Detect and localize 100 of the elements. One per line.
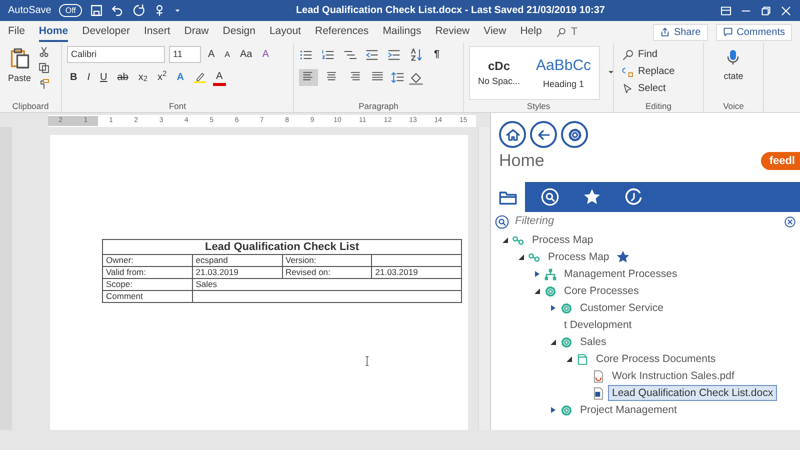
- font-shrink-button[interactable]: A: [222, 46, 234, 63]
- settings-button[interactable]: [561, 121, 588, 148]
- gear-icon: [560, 302, 573, 314]
- style-gallery-item[interactable]: cDc No Spac...: [470, 47, 528, 99]
- redo-icon[interactable]: [132, 4, 145, 17]
- ribbon-tab[interactable]: Insert: [144, 22, 170, 42]
- table-cell: Valid from:: [102, 266, 192, 278]
- font-size-field[interactable]: 11: [169, 46, 201, 63]
- increase-indent-icon[interactable]: [387, 48, 401, 62]
- undo-icon[interactable]: [110, 4, 124, 17]
- underline-button[interactable]: U: [97, 69, 110, 86]
- style-gallery-item[interactable]: AaBbCc Heading 1: [528, 47, 600, 99]
- ribbon-tab[interactable]: References: [314, 22, 369, 42]
- expand-arrow-icon[interactable]: [501, 236, 509, 244]
- share-button[interactable]: Share: [652, 24, 708, 40]
- tree-item[interactable]: Sales: [576, 334, 610, 350]
- comments-button[interactable]: Comments: [716, 24, 792, 40]
- tell-me-field[interactable]: T: [570, 24, 578, 40]
- select-button[interactable]: Select: [619, 80, 698, 97]
- panel-heading: Home: [499, 150, 544, 172]
- line-spacing-icon[interactable]: [391, 70, 405, 84]
- gear-icon: [544, 284, 557, 298]
- pdf-file-icon: [592, 370, 605, 382]
- ribbon-display-icon[interactable]: [720, 4, 732, 16]
- paintbrush-icon[interactable]: [38, 78, 50, 90]
- bold-button[interactable]: B: [67, 69, 80, 86]
- ribbon-tab[interactable]: Help: [520, 22, 542, 42]
- scissors-icon[interactable]: [38, 46, 50, 58]
- numbered-list-icon[interactable]: [321, 48, 335, 62]
- tree-item[interactable]: Management Processes: [560, 266, 682, 282]
- table-cell: ecspand: [192, 254, 282, 266]
- clear-icon[interactable]: [784, 216, 796, 228]
- text-effects-button[interactable]: A: [174, 69, 187, 86]
- expand-arrow-icon[interactable]: [517, 253, 525, 261]
- font-grow-button[interactable]: A: [205, 46, 218, 63]
- caret-icon[interactable]: [174, 7, 181, 14]
- superscript-button[interactable]: x$^{2}$: [154, 69, 170, 86]
- table-cell: Owner:: [102, 254, 192, 266]
- close-icon[interactable]: [780, 4, 792, 16]
- table-cell: Revised on:: [282, 266, 372, 278]
- show-formatting-button[interactable]: ¶: [431, 46, 443, 63]
- expand-arrow-icon[interactable]: [549, 406, 557, 414]
- tree-item[interactable]: Work Instruction Sales.pdf: [608, 368, 738, 384]
- tree-item[interactable]: Lead Qualification Check List.docx: [608, 385, 778, 401]
- autosave-toggle[interactable]: Off: [59, 4, 82, 17]
- replace-icon: [622, 66, 634, 78]
- tree-item[interactable]: Process Map: [544, 249, 614, 265]
- bullet-list-icon[interactable]: [299, 48, 313, 62]
- document-title: Lead Qualification Check List.docx - Last Saved 21/03/2019 10:37: [294, 4, 606, 18]
- copy-icon[interactable]: [38, 62, 50, 74]
- clear-formatting-button[interactable]: A: [259, 46, 272, 63]
- expand-arrow-icon[interactable]: [549, 304, 557, 312]
- ribbon-tab[interactable]: File: [8, 22, 25, 42]
- font-name-field[interactable]: Calibri: [67, 46, 165, 63]
- tree-item[interactable]: Process Map: [528, 232, 598, 248]
- ribbon-tab[interactable]: Developer: [82, 22, 130, 42]
- folder-icon: [576, 352, 589, 366]
- process-map-icon: [528, 250, 541, 264]
- search-icon[interactable]: [556, 26, 567, 38]
- clock-icon: [625, 188, 643, 206]
- table-title: Lead Qualification Check List: [102, 240, 462, 254]
- star-icon: [583, 188, 601, 206]
- paint-bucket-icon[interactable]: [409, 70, 423, 84]
- ribbon-tab[interactable]: View: [484, 22, 506, 42]
- ribbon-tab[interactable]: Review: [435, 22, 470, 42]
- comment-icon: [722, 27, 733, 37]
- paste-button[interactable]: Paste: [5, 46, 34, 100]
- tree-item[interactable]: Customer Service: [576, 300, 668, 316]
- subscript-button[interactable]: x$_{2}$: [135, 69, 151, 86]
- ribbon-tab[interactable]: Layout: [269, 22, 301, 42]
- sort-icon[interactable]: [409, 48, 423, 62]
- expand-arrow-icon[interactable]: [565, 355, 573, 363]
- expand-arrow-icon[interactable]: [549, 338, 557, 346]
- replace-button[interactable]: Replace: [619, 63, 698, 80]
- font-color-button[interactable]: A: [212, 69, 226, 86]
- ribbon-tab[interactable]: Design: [222, 22, 256, 42]
- expand-arrow-icon[interactable]: [533, 287, 541, 295]
- change-case-button[interactable]: Aa: [237, 46, 256, 63]
- save-icon[interactable]: [90, 4, 103, 17]
- decrease-indent-icon[interactable]: [365, 48, 379, 62]
- back-button[interactable]: [530, 121, 557, 148]
- tree-item[interactable]: Project Management: [576, 402, 681, 418]
- ribbon-tab[interactable]: Draw: [184, 22, 209, 42]
- search-icon: [495, 214, 509, 228]
- tree-item[interactable]: Core Processes: [560, 283, 643, 299]
- restore-icon[interactable]: [760, 4, 772, 16]
- group-label: Styles: [526, 100, 552, 112]
- ribbon-tab[interactable]: Mailings: [382, 22, 422, 42]
- align-left-button[interactable]: [299, 69, 318, 86]
- strikethrough-button[interactable]: ab: [114, 69, 132, 86]
- tree-item[interactable]: Core Process Documents: [592, 351, 720, 367]
- share-icon: [660, 27, 670, 37]
- table-cell: Comment: [102, 290, 192, 302]
- find-button[interactable]: Find: [619, 46, 698, 63]
- home-button[interactable]: [499, 121, 526, 148]
- tree-item[interactable]: t Development: [560, 317, 636, 333]
- vertical-scrollbar[interactable]: [478, 127, 490, 430]
- italic-button[interactable]: I: [84, 69, 94, 86]
- expand-arrow-icon[interactable]: [533, 270, 541, 278]
- dictate-button[interactable]: ctate: [720, 46, 746, 84]
